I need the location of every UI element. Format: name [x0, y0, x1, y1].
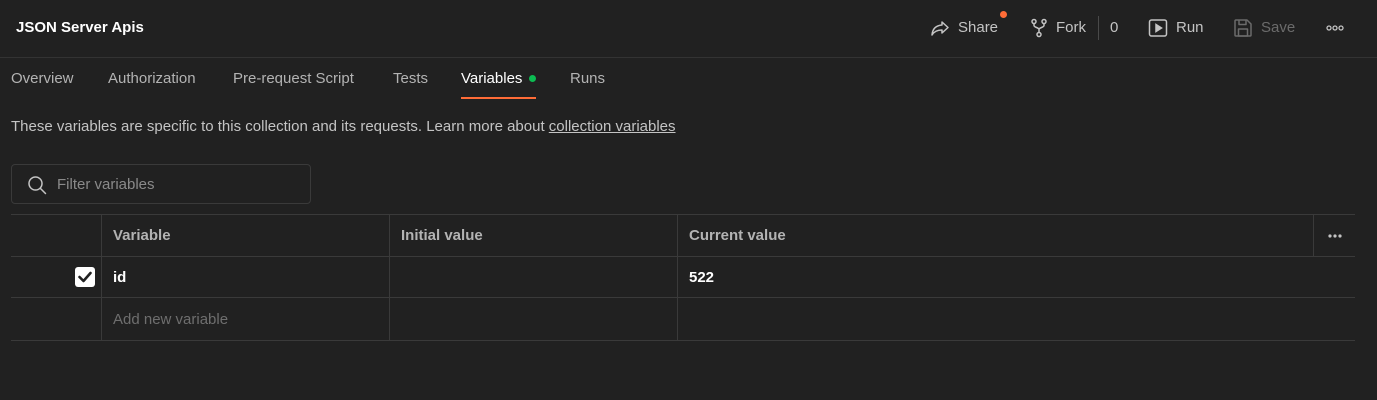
fork-icon	[1030, 18, 1048, 38]
fork-label: Fork	[1056, 19, 1086, 36]
share-button[interactable]: Share	[930, 11, 1007, 41]
collection-variables-link[interactable]: collection variables	[549, 118, 676, 135]
new-variable-row: Add new variable	[11, 298, 1355, 341]
tab-pre-request-script[interactable]: Pre-request Script	[233, 58, 354, 100]
tab-variables-label: Variables	[461, 70, 523, 87]
initial-value-cell[interactable]	[389, 257, 677, 297]
current-value-cell[interactable]: 522	[677, 257, 1313, 297]
collection-tabs: Overview Authorization Pre-request Scrip…	[0, 58, 1377, 100]
run-icon	[1148, 18, 1168, 38]
variables-table: Variable Initial value Current value id …	[11, 214, 1355, 341]
run-label: Run	[1176, 19, 1204, 36]
share-notification-dot	[1000, 11, 1007, 18]
tab-runs[interactable]: Runs	[570, 58, 605, 100]
row-enable-checkbox[interactable]	[75, 267, 95, 287]
run-button[interactable]: Run	[1148, 15, 1204, 41]
row-enable-cell	[11, 257, 101, 297]
new-initial-value-cell[interactable]	[389, 298, 677, 340]
filter-variables-field[interactable]	[11, 164, 311, 204]
fork-count: 0	[1110, 19, 1119, 36]
variable-name-cell[interactable]: id	[101, 257, 389, 297]
fork-button[interactable]: Fork	[1030, 15, 1086, 41]
table-options-icon[interactable]	[1313, 215, 1355, 256]
description-text: These variables are specific to this col…	[11, 118, 549, 135]
unsaved-changes-dot	[529, 74, 537, 82]
filter-variables-input[interactable]	[57, 165, 297, 203]
collection-title: JSON Server Apis	[16, 19, 144, 36]
variables-description: These variables are specific to this col…	[11, 117, 676, 137]
more-actions-icon[interactable]	[1325, 20, 1345, 36]
checkmark-icon	[78, 271, 92, 283]
share-label: Share	[958, 19, 999, 36]
column-header-current-value: Current value	[677, 215, 1313, 256]
share-icon	[930, 18, 950, 38]
column-header-variable: Variable	[101, 215, 389, 256]
new-row-checkbox-cell	[11, 298, 101, 340]
column-header-initial-value: Initial value	[389, 215, 677, 256]
save-label: Save	[1261, 19, 1296, 36]
save-icon	[1233, 18, 1253, 38]
search-icon	[27, 175, 47, 195]
tab-overview[interactable]: Overview	[11, 58, 74, 100]
header-checkbox-cell	[11, 215, 101, 256]
tab-variables[interactable]: Variables	[461, 58, 537, 100]
table-row: id 522	[11, 257, 1355, 298]
tab-authorization[interactable]: Authorization	[108, 58, 196, 100]
add-new-variable-input[interactable]: Add new variable	[101, 298, 389, 340]
fork-divider	[1098, 16, 1099, 40]
save-button[interactable]: Save	[1233, 15, 1295, 41]
table-header-row: Variable Initial value Current value	[11, 215, 1355, 257]
new-current-value-cell[interactable]	[677, 298, 1313, 340]
tab-tests[interactable]: Tests	[393, 58, 428, 100]
collection-header: JSON Server Apis Share Fork 0 Run Save	[0, 0, 1377, 58]
